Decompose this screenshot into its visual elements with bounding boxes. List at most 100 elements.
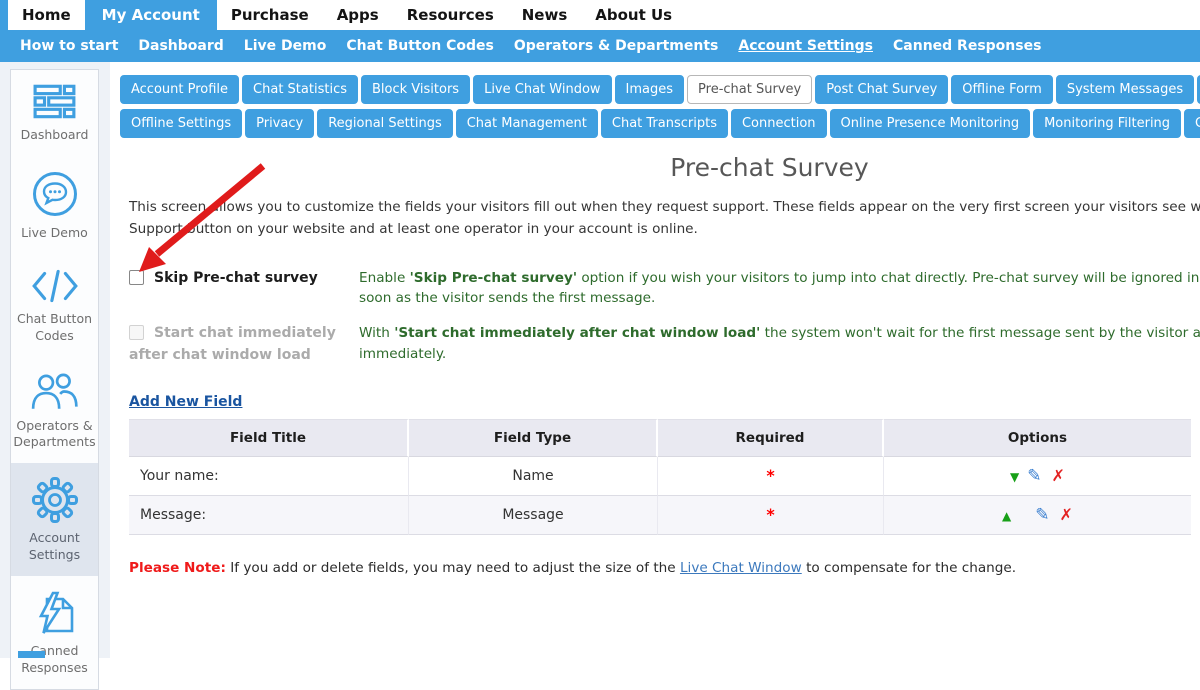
skip-prechat-description: Enable 'Skip Pre-chat survey' option if … bbox=[359, 268, 1200, 309]
settings-tabs-row-2: Offline Settings Privacy Regional Settin… bbox=[120, 109, 1200, 138]
top-nav: Home My Account Purchase Apps Resources … bbox=[0, 0, 1200, 30]
tab-system-messages[interactable]: System Messages bbox=[1056, 75, 1194, 104]
tab-block-visitors[interactable]: Block Visitors bbox=[361, 75, 470, 104]
tab-live-chat-window[interactable]: Live Chat Window bbox=[473, 75, 611, 104]
main-content: Account Profile Chat Statistics Block Vi… bbox=[110, 62, 1200, 658]
please-note-label: Please Note: bbox=[129, 560, 226, 576]
tab-regional-settings[interactable]: Regional Settings bbox=[317, 109, 453, 138]
table-header-row: Field Title Field Type Required Options bbox=[129, 419, 1191, 457]
field-title-cell: Your name: bbox=[129, 457, 409, 496]
column-header-field-title: Field Title bbox=[129, 419, 409, 457]
skip-prechat-label: Skip Pre-chat survey bbox=[154, 270, 318, 286]
start-chat-immediately-description: With 'Start chat immediately after chat … bbox=[359, 323, 1200, 366]
edit-icon[interactable]: ✎ bbox=[1027, 466, 1041, 486]
nav-purchase[interactable]: Purchase bbox=[217, 0, 323, 30]
desc-bold-text: 'Skip Pre-chat survey' bbox=[410, 270, 577, 286]
subnav-dashboard[interactable]: Dashboard bbox=[128, 38, 233, 54]
tab-pre-chat-survey[interactable]: Pre-chat Survey bbox=[687, 75, 812, 104]
left-rail: Dashboard Live Demo bbox=[0, 62, 110, 658]
top-nav-edge bbox=[0, 0, 8, 30]
sidebar-label: Canned Responses bbox=[13, 643, 96, 677]
tab-offline-form[interactable]: Offline Form bbox=[951, 75, 1053, 104]
operators-icon bbox=[30, 371, 80, 411]
subnav-live-demo[interactable]: Live Demo bbox=[234, 38, 337, 54]
table-row: Message: Message * ▲ ✎ ✗ bbox=[129, 496, 1191, 535]
options-section: Skip Pre-chat survey Enable 'Skip Pre-ch… bbox=[129, 268, 1200, 367]
tab-offline-settings[interactable]: Offline Settings bbox=[120, 109, 242, 138]
gear-icon bbox=[32, 477, 78, 523]
nav-my-account[interactable]: My Account bbox=[85, 0, 217, 30]
sidebar: Dashboard Live Demo bbox=[10, 69, 99, 690]
delete-icon[interactable]: ✗ bbox=[1052, 466, 1065, 485]
start-chat-immediately-label: Start chat immediately after chat window… bbox=[129, 325, 336, 363]
sidebar-label: Dashboard bbox=[21, 127, 89, 144]
sidebar-item-dashboard[interactable]: Dashboard bbox=[11, 70, 98, 156]
sidebar-label: Chat Button Codes bbox=[13, 311, 96, 345]
tab-online-presence-monitoring[interactable]: Online Presence Monitoring bbox=[830, 109, 1031, 138]
nav-about-us[interactable]: About Us bbox=[581, 0, 686, 30]
note-text: to compensate for the change. bbox=[802, 560, 1016, 576]
tab-monitoring-filtering[interactable]: Monitoring Filtering bbox=[1033, 109, 1181, 138]
dashboard-icon bbox=[33, 84, 77, 120]
move-up-icon[interactable]: ▲ bbox=[1002, 509, 1011, 523]
add-new-field-link[interactable]: Add New Field bbox=[129, 394, 242, 410]
field-type-cell: Name bbox=[409, 457, 658, 496]
subnav-canned-responses[interactable]: Canned Responses bbox=[883, 38, 1051, 54]
sidebar-item-operators-departments[interactable]: Operators & Departments bbox=[11, 357, 98, 464]
live-chat-window-link[interactable]: Live Chat Window bbox=[680, 560, 802, 576]
start-chat-immediately-option: Start chat immediately after chat window… bbox=[129, 323, 355, 366]
subnav-chat-button-codes[interactable]: Chat Button Codes bbox=[336, 38, 503, 54]
field-title-cell: Message: bbox=[129, 496, 409, 535]
desc-bold-text: 'Start chat immediately after chat windo… bbox=[394, 325, 760, 341]
table-row: Your name: Name * ▼ ✎ ✗ bbox=[129, 457, 1191, 496]
required-asterisk: * bbox=[766, 505, 774, 524]
sidebar-label: Live Demo bbox=[21, 225, 88, 242]
tab-connection[interactable]: Connection bbox=[731, 109, 827, 138]
move-down-icon[interactable]: ▼ bbox=[1010, 470, 1019, 484]
subnav-operators-departments[interactable]: Operators & Departments bbox=[504, 38, 729, 54]
subnav-how-to-start[interactable]: How to start bbox=[10, 38, 128, 54]
skip-prechat-option: Skip Pre-chat survey bbox=[129, 268, 355, 309]
note-text: If you add or delete fields, you may nee… bbox=[226, 560, 680, 576]
delete-icon[interactable]: ✗ bbox=[1060, 505, 1073, 524]
nav-apps[interactable]: Apps bbox=[323, 0, 393, 30]
subnav-account-settings[interactable]: Account Settings bbox=[728, 38, 883, 54]
tab-post-chat-survey[interactable]: Post Chat Survey bbox=[815, 75, 948, 104]
live-demo-icon bbox=[31, 170, 79, 218]
sidebar-item-account-settings[interactable]: Account Settings bbox=[11, 463, 98, 576]
skip-prechat-checkbox[interactable] bbox=[129, 270, 144, 285]
tab-account-profile[interactable]: Account Profile bbox=[120, 75, 239, 104]
intro-text: This screen allows you to customize the … bbox=[129, 197, 1200, 241]
nav-resources[interactable]: Resources bbox=[393, 0, 508, 30]
tab-chat-management[interactable]: Chat Management bbox=[456, 109, 598, 138]
tab-google-analytics[interactable]: Google Analytics bbox=[1184, 109, 1200, 138]
settings-tabs-row-1: Account Profile Chat Statistics Block Vi… bbox=[120, 75, 1200, 104]
tab-privacy[interactable]: Privacy bbox=[245, 109, 314, 138]
sidebar-label: Operators & Departments bbox=[13, 418, 96, 452]
column-header-field-type: Field Type bbox=[409, 419, 658, 457]
nav-home[interactable]: Home bbox=[8, 0, 85, 30]
sidebar-item-chat-button-codes[interactable]: Chat Button Codes bbox=[11, 254, 98, 357]
tab-chat-transcripts[interactable]: Chat Transcripts bbox=[601, 109, 728, 138]
sub-nav: How to start Dashboard Live Demo Chat Bu… bbox=[0, 30, 1200, 62]
sidebar-label: Account Settings bbox=[13, 530, 96, 564]
required-asterisk: * bbox=[766, 466, 774, 485]
start-chat-immediately-checkbox bbox=[129, 325, 144, 340]
desc-text: Enable bbox=[359, 270, 410, 286]
tab-images[interactable]: Images bbox=[615, 75, 685, 104]
fields-table: Field Title Field Type Required Options … bbox=[129, 419, 1191, 535]
please-note-text: Please Note: If you add or delete fields… bbox=[129, 560, 1200, 576]
sidebar-item-canned-responses[interactable]: Canned Responses bbox=[11, 576, 98, 689]
sidebar-item-live-demo[interactable]: Live Demo bbox=[11, 156, 98, 254]
tab-chat-statistics[interactable]: Chat Statistics bbox=[242, 75, 358, 104]
code-icon bbox=[30, 268, 80, 304]
edit-icon[interactable]: ✎ bbox=[1035, 505, 1049, 525]
column-header-options: Options bbox=[884, 419, 1191, 457]
bottom-blue-chip bbox=[18, 651, 45, 658]
page-title: Pre-chat Survey bbox=[120, 153, 1200, 182]
field-type-cell: Message bbox=[409, 496, 658, 535]
column-header-required: Required bbox=[658, 419, 884, 457]
nav-news[interactable]: News bbox=[508, 0, 582, 30]
lightning-page-icon bbox=[32, 590, 78, 636]
desc-text: With bbox=[359, 325, 394, 341]
